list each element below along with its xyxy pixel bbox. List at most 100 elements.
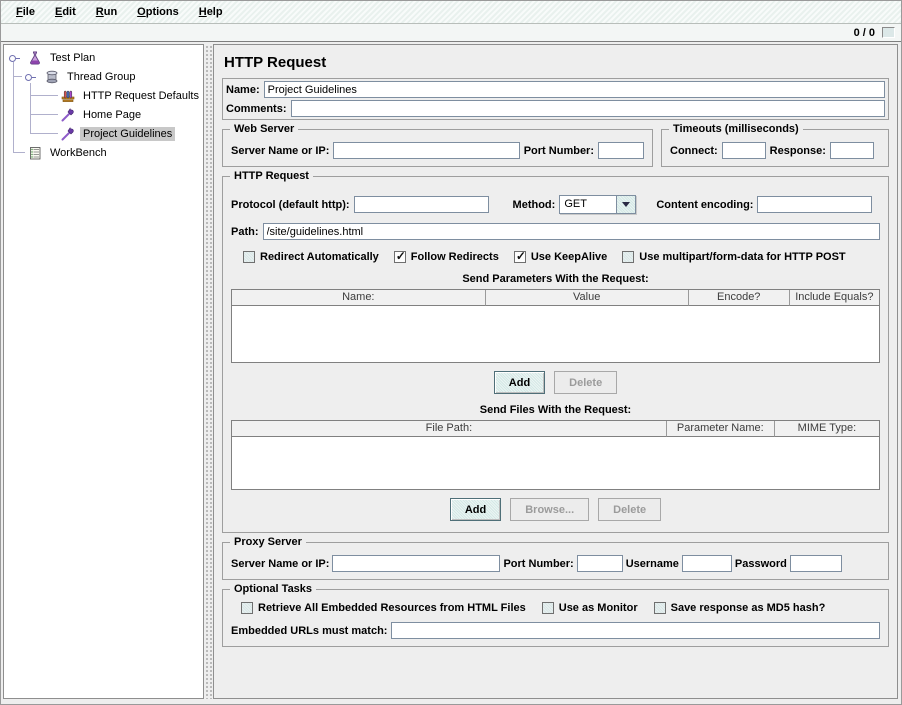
- tree-item-label: Thread Group: [64, 70, 138, 84]
- tree-item-label: HTTP Request Defaults: [80, 89, 202, 103]
- test-tubes-icon: [60, 88, 76, 104]
- checkbox-icon[interactable]: [243, 251, 255, 263]
- checkbox-icon[interactable]: [622, 251, 634, 263]
- web-server-group: Web Server Server Name or IP: Port Numbe…: [222, 129, 653, 167]
- menu-help[interactable]: Help: [190, 4, 232, 20]
- tree-item-label-selected: Project Guidelines: [80, 127, 175, 141]
- response-timeout-input[interactable]: [830, 142, 874, 159]
- checkbox-icon[interactable]: [241, 602, 253, 614]
- proxy-password-label: Password: [735, 558, 787, 570]
- expand-handle-icon[interactable]: [25, 74, 32, 81]
- checkbox-icon[interactable]: [542, 602, 554, 614]
- expand-handle-icon[interactable]: [9, 55, 16, 62]
- proxy-server-name-input[interactable]: [332, 555, 500, 572]
- test-plan-tree: Test Plan Thread Group HTTP Request Defa…: [3, 44, 204, 699]
- checkbox-label: Use KeepAlive: [531, 251, 607, 263]
- tree-item-thread-group[interactable]: Thread Group: [4, 67, 203, 86]
- name-comments-box: Name: Comments:: [222, 78, 889, 120]
- menu-edit[interactable]: Edit: [46, 4, 85, 20]
- retrieve-embedded-resources-checkbox[interactable]: Retrieve All Embedded Resources from HTM…: [241, 602, 526, 614]
- column-header-value: Value: [486, 290, 689, 306]
- http-request-panel: HTTP Request Name: Comments: Web Server …: [213, 44, 898, 699]
- split-pane-divider[interactable]: [204, 44, 213, 699]
- checkbox-icon[interactable]: [394, 251, 406, 263]
- tree-item-label: Home Page: [80, 108, 144, 122]
- protocol-label: Protocol (default http):: [231, 199, 350, 211]
- optional-tasks-group-title: Optional Tasks: [230, 583, 316, 595]
- files-table-body[interactable]: [232, 437, 879, 489]
- add-file-button[interactable]: Add: [450, 498, 501, 521]
- column-header-mime-type: MIME Type:: [775, 421, 879, 437]
- port-number-label: Port Number:: [524, 145, 594, 157]
- use-as-monitor-checkbox[interactable]: Use as Monitor: [542, 602, 638, 614]
- menu-run[interactable]: Run: [87, 4, 126, 20]
- path-input[interactable]: [263, 223, 881, 240]
- chevron-down-icon[interactable]: [616, 196, 635, 213]
- checkbox-icon[interactable]: [514, 251, 526, 263]
- menu-bar: File Edit Run Options Help: [1, 1, 901, 24]
- name-input[interactable]: [264, 81, 885, 98]
- checkbox-label: Follow Redirects: [411, 251, 499, 263]
- pipette-icon: [60, 126, 76, 142]
- files-table-header: File Path: Parameter Name: MIME Type:: [232, 421, 879, 437]
- content-encoding-input[interactable]: [757, 196, 872, 213]
- save-response-md5-checkbox[interactable]: Save response as MD5 hash?: [654, 602, 826, 614]
- parameters-table: Name: Value Encode? Include Equals?: [231, 289, 880, 363]
- use-keepalive-checkbox[interactable]: Use KeepAlive: [514, 251, 607, 263]
- protocol-input[interactable]: [354, 196, 489, 213]
- server-name-input[interactable]: [333, 142, 519, 159]
- tree-item-workbench[interactable]: WorkBench: [4, 143, 203, 162]
- main-split: Test Plan Thread Group HTTP Request Defa…: [1, 42, 901, 703]
- checkbox-label: Retrieve All Embedded Resources from HTM…: [258, 602, 526, 614]
- proxy-server-group-title: Proxy Server: [230, 536, 306, 548]
- status-strip: 0 / 0: [1, 24, 901, 42]
- tree-item-project-guidelines[interactable]: Project Guidelines: [4, 124, 203, 143]
- checkbox-icon[interactable]: [654, 602, 666, 614]
- column-header-file-path: File Path:: [232, 421, 667, 437]
- checkbox-label: Save response as MD5 hash?: [671, 602, 826, 614]
- web-server-group-title: Web Server: [230, 123, 298, 135]
- column-header-name: Name:: [232, 290, 486, 306]
- spool-icon: [44, 69, 60, 85]
- proxy-port-label: Port Number:: [503, 558, 573, 570]
- name-label: Name:: [226, 84, 260, 96]
- menu-file[interactable]: File: [7, 4, 44, 20]
- embedded-urls-match-input[interactable]: [391, 622, 880, 639]
- comments-input[interactable]: [291, 100, 885, 117]
- server-name-label: Server Name or IP:: [231, 145, 329, 157]
- browse-file-button[interactable]: Browse...: [510, 498, 589, 521]
- port-number-input[interactable]: [598, 142, 644, 159]
- menu-options[interactable]: Options: [128, 4, 188, 20]
- add-parameter-button[interactable]: Add: [494, 371, 545, 394]
- connect-timeout-label: Connect:: [670, 145, 718, 157]
- send-files-title: Send Files With the Request:: [231, 404, 880, 416]
- tree-item-label: Test Plan: [47, 51, 98, 65]
- method-select[interactable]: GET: [559, 195, 636, 214]
- column-header-include-equals: Include Equals?: [790, 290, 879, 306]
- jmeter-window: File Edit Run Options Help 0 / 0 Test Pl…: [0, 0, 902, 705]
- tree-item-home-page[interactable]: Home Page: [4, 105, 203, 124]
- proxy-server-name-label: Server Name or IP:: [231, 558, 329, 570]
- timeouts-group-title: Timeouts (milliseconds): [669, 123, 803, 135]
- tree-item-http-request-defaults[interactable]: HTTP Request Defaults: [4, 86, 203, 105]
- proxy-username-input[interactable]: [682, 555, 732, 572]
- checkbox-label: Redirect Automatically: [260, 251, 379, 263]
- content-encoding-label: Content encoding:: [656, 199, 753, 211]
- method-label: Method:: [513, 199, 556, 211]
- clipboard-icon: [27, 145, 43, 161]
- flask-icon: [27, 50, 43, 66]
- delete-parameter-button[interactable]: Delete: [554, 371, 617, 394]
- path-label: Path:: [231, 226, 259, 238]
- connect-timeout-input[interactable]: [722, 142, 766, 159]
- redirect-automatically-checkbox[interactable]: Redirect Automatically: [243, 251, 379, 263]
- proxy-password-input[interactable]: [790, 555, 842, 572]
- column-header-parameter-name: Parameter Name:: [667, 421, 775, 437]
- multipart-form-data-checkbox[interactable]: Use multipart/form-data for HTTP POST: [622, 251, 845, 263]
- method-selected-value: GET: [560, 196, 616, 213]
- tree-item-test-plan[interactable]: Test Plan: [4, 48, 203, 67]
- response-timeout-label: Response:: [770, 145, 826, 157]
- proxy-port-input[interactable]: [577, 555, 623, 572]
- delete-file-button[interactable]: Delete: [598, 498, 661, 521]
- follow-redirects-checkbox[interactable]: Follow Redirects: [394, 251, 499, 263]
- parameters-table-body[interactable]: [232, 306, 879, 362]
